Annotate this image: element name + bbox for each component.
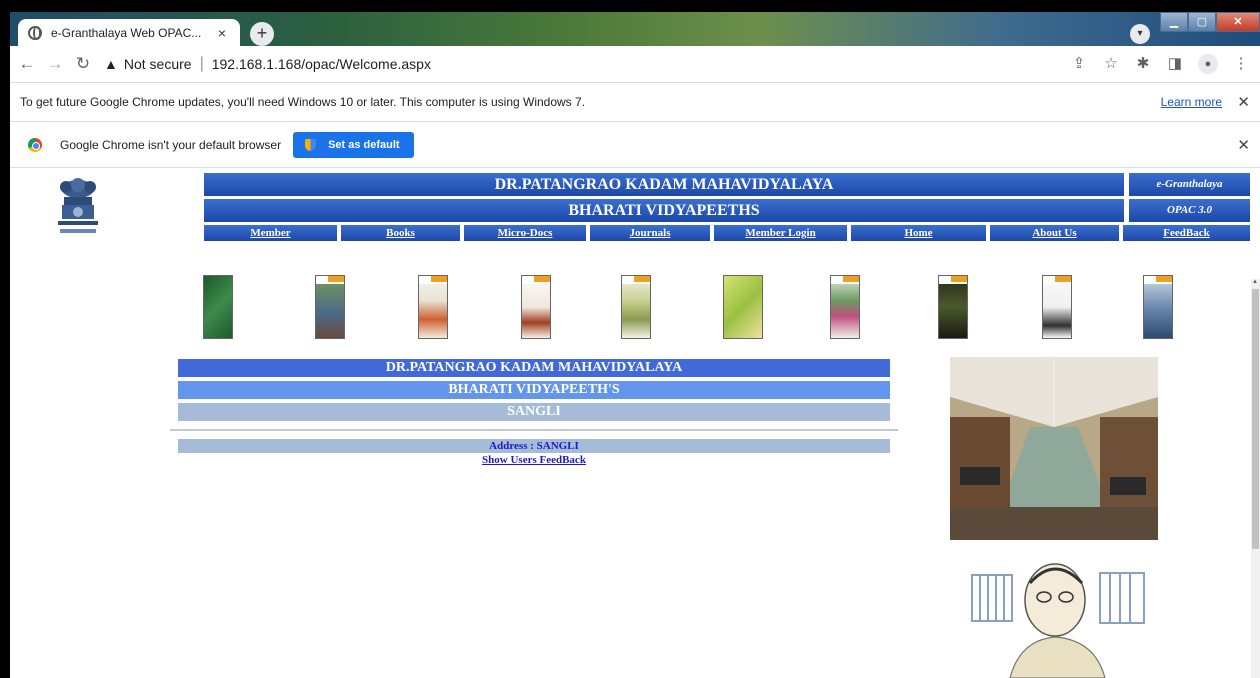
publisher-band — [419, 276, 447, 284]
set-as-default-button[interactable]: Set as default — [293, 131, 414, 158]
close-icon[interactable]: ✕ — [1237, 136, 1250, 154]
minimize-button[interactable]: ▁ — [1160, 12, 1188, 32]
set-as-default-label: Set as default — [328, 138, 400, 151]
menu-home[interactable]: Home — [851, 225, 986, 241]
show-users-feedback-link[interactable]: Show Users FeedBack — [178, 454, 890, 466]
side-panel-icon[interactable]: ◨ — [1166, 54, 1184, 74]
maximize-button[interactable]: ▢ — [1188, 12, 1216, 32]
menu-member[interactable]: Member — [204, 225, 337, 241]
book-cover-4[interactable] — [521, 275, 551, 339]
header-side-app-name: e-Granthalaya — [1129, 173, 1250, 196]
chrome-logo-icon — [28, 137, 42, 152]
profile-avatar-icon[interactable]: ● — [1198, 54, 1218, 74]
extensions-puzzle-icon[interactable]: ✱ — [1134, 54, 1152, 74]
publisher-band — [1043, 276, 1071, 284]
publisher-band — [1144, 276, 1172, 284]
close-window-button[interactable]: ✕ — [1216, 12, 1260, 32]
book-covers-strip — [10, 275, 1260, 355]
publisher-band — [522, 276, 550, 284]
scroll-up-icon[interactable]: ▲ — [1252, 279, 1258, 285]
web-page: DR.PATANGRAO KADAM MAHAVIDYALAYA BHARATI… — [10, 169, 1260, 678]
divider — [170, 429, 898, 431]
default-browser-infobar: Google Chrome isn't your default browser… — [10, 122, 1260, 168]
menu-member-login[interactable]: Member Login — [714, 225, 847, 241]
new-tab-button[interactable]: + — [250, 22, 274, 46]
book-cover-8[interactable] — [938, 275, 968, 339]
emblem-logo — [58, 178, 98, 233]
publisher-band — [939, 276, 967, 284]
header-side-version: OPAC 3.0 — [1129, 199, 1250, 222]
book-cover-9[interactable] — [1042, 275, 1072, 339]
address-bar[interactable]: ▲ Not secure | 192.168.1.168/opac/Welcom… — [104, 50, 1064, 78]
book-cover-3[interactable] — [418, 275, 448, 339]
scrollbar-thumb[interactable] — [1252, 289, 1259, 549]
publisher-band — [622, 276, 650, 284]
book-cover-botany-in-a-day[interactable] — [203, 275, 233, 339]
address-bar-text: Address : SANGLI — [178, 439, 890, 453]
forward-arrow-icon[interactable]: → — [44, 54, 66, 74]
menu-feedback[interactable]: FeedBack — [1123, 225, 1250, 241]
header-title: DR.PATANGRAO KADAM MAHAVIDYALAYA — [204, 173, 1124, 196]
url-text: 192.168.1.168/opac/Welcome.aspx — [211, 56, 431, 72]
library-interior-photo — [950, 357, 1158, 540]
not-secure-label: Not secure — [123, 56, 192, 72]
tab-search-icon[interactable]: ▾ — [1130, 24, 1150, 44]
menu-books[interactable]: Books — [341, 225, 460, 241]
reload-icon[interactable]: ↻ — [72, 54, 94, 74]
college-name-bar: DR.PATANGRAO KADAM MAHAVIDYALAYA — [178, 359, 890, 377]
default-browser-message: Google Chrome isn't your default browser — [60, 137, 282, 152]
browser-window: e-Granthalaya Web OPAC... × + ▾ ▁ ▢ ✕ ← … — [10, 12, 1260, 678]
warning-icon: ▲ — [104, 56, 118, 72]
book-cover-2[interactable] — [315, 275, 345, 339]
bookmark-star-icon[interactable]: ☆ — [1102, 54, 1120, 74]
update-message: To get future Google Chrome updates, you… — [20, 95, 586, 109]
globe-icon — [28, 25, 42, 40]
omnibox-separator: | — [199, 55, 204, 72]
book-cover-5[interactable] — [621, 275, 651, 339]
menu-journals[interactable]: Journals — [590, 225, 710, 241]
close-icon[interactable]: ✕ — [1237, 93, 1250, 111]
book-cover-7[interactable] — [830, 275, 860, 339]
toolbar-icons: ⇪ ☆ ✱ ◨ ● ⋮ — [1070, 54, 1250, 74]
learn-more-link[interactable]: Learn more — [1161, 95, 1222, 109]
publisher-band — [831, 276, 859, 284]
header-subtitle: BHARATI VIDYAPEETHS — [204, 199, 1124, 222]
founder-portrait-sketch — [950, 545, 1158, 678]
window-controls: ▁ ▢ ✕ — [1160, 12, 1260, 32]
main-menu: Member Books Micro-Docs Journals Member … — [204, 225, 1250, 241]
title-bar: e-Granthalaya Web OPAC... × + ▾ ▁ ▢ ✕ — [10, 12, 1260, 46]
menu-kebab-icon[interactable]: ⋮ — [1232, 54, 1250, 74]
book-cover-essential-botany[interactable] — [723, 275, 763, 339]
tab-close-icon[interactable]: × — [214, 25, 230, 41]
institution-name-bar: BHARATI VIDYAPEETH'S — [178, 381, 890, 399]
browser-tab[interactable]: e-Granthalaya Web OPAC... × — [18, 19, 240, 46]
update-infobar: To get future Google Chrome updates, you… — [10, 82, 1260, 122]
browser-toolbar: ← → ↻ ▲ Not secure | 192.168.1.168/opac/… — [10, 46, 1260, 82]
menu-micro-docs[interactable]: Micro-Docs — [464, 225, 586, 241]
share-icon[interactable]: ⇪ — [1070, 54, 1088, 74]
book-cover-10[interactable] — [1143, 275, 1173, 339]
back-arrow-icon[interactable]: ← — [16, 54, 38, 74]
city-name-bar: SANGLI — [178, 403, 890, 421]
page-scrollbar[interactable]: ▲ — [1251, 279, 1260, 678]
publisher-band — [316, 276, 344, 284]
tab-title: e-Granthalaya Web OPAC... — [51, 25, 202, 40]
shield-icon — [305, 138, 317, 151]
menu-about-us[interactable]: About Us — [990, 225, 1119, 241]
